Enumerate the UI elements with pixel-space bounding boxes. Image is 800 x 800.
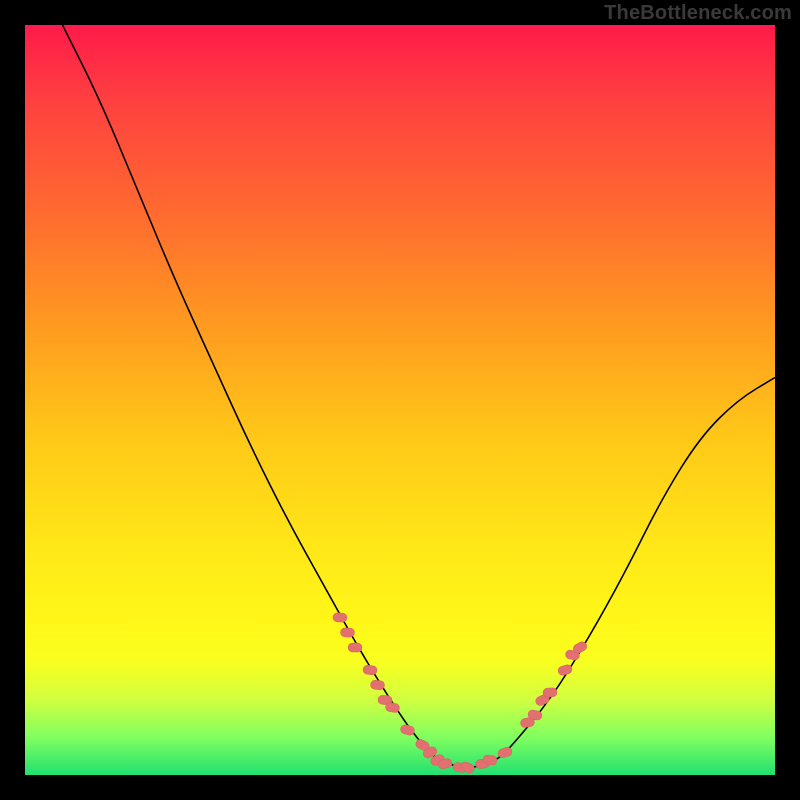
- highlight-markers: [333, 613, 589, 775]
- highlight-marker: [348, 643, 362, 652]
- chart-svg: [25, 25, 775, 775]
- chart-plot-area: [25, 25, 775, 775]
- highlight-marker: [340, 628, 354, 637]
- highlight-marker: [400, 724, 416, 736]
- highlight-marker: [370, 680, 385, 690]
- watermark-text: TheBottleneck.com: [604, 2, 792, 25]
- bottleneck-curve: [63, 25, 776, 768]
- highlight-marker: [385, 702, 400, 713]
- highlight-marker: [333, 613, 347, 623]
- highlight-marker: [363, 665, 378, 675]
- highlight-marker: [543, 688, 557, 698]
